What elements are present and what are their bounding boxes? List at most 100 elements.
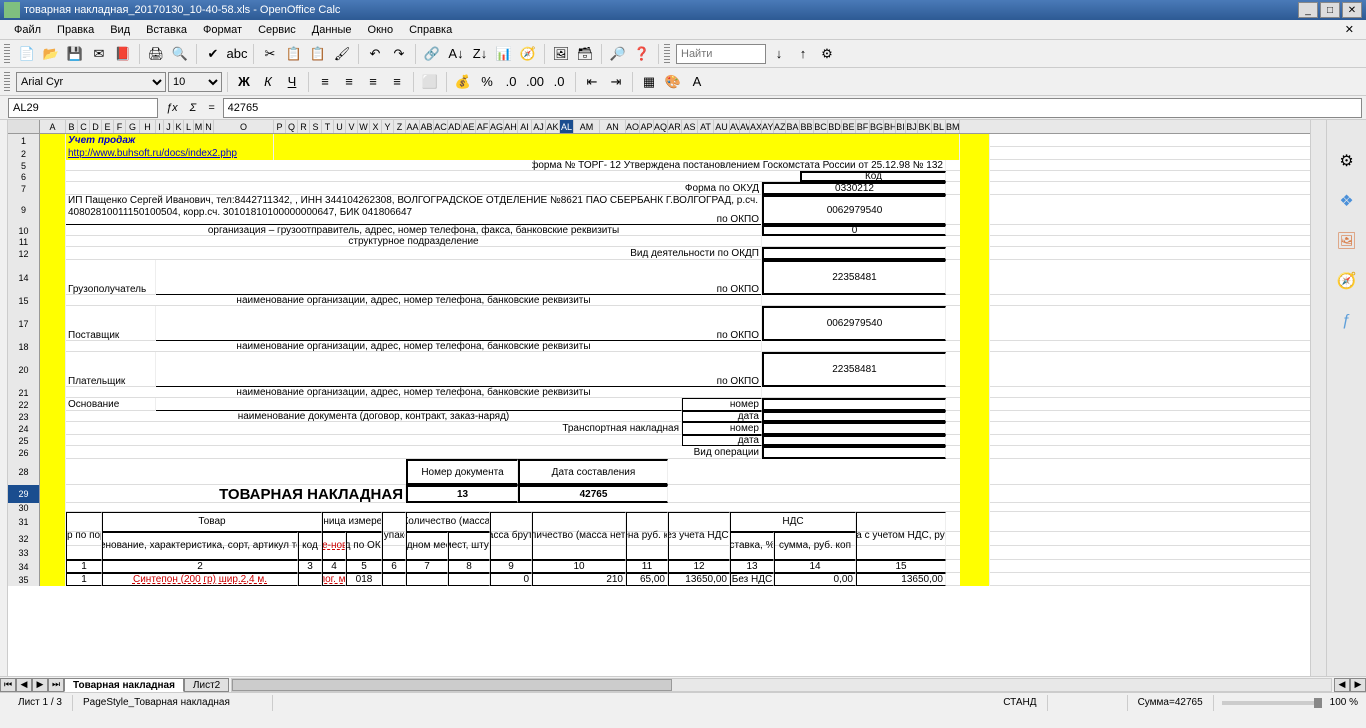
col-header-BG[interactable]: BG	[870, 120, 884, 133]
col-header-E[interactable]: E	[102, 120, 114, 133]
menu-tools[interactable]: Сервис	[250, 22, 304, 38]
cell[interactable]: http://www.buhsoft.ru/docs/index2.php	[66, 147, 274, 160]
vscroll[interactable]	[1310, 120, 1326, 676]
sort-desc-icon[interactable]: Z↓	[469, 43, 491, 65]
cell[interactable]	[40, 341, 66, 352]
cell[interactable]: дата	[682, 435, 762, 446]
col-header-AU[interactable]: AU	[714, 120, 730, 133]
cell[interactable]	[156, 306, 762, 341]
cell[interactable]	[40, 195, 66, 225]
cell[interactable]: 13	[730, 560, 774, 573]
cell[interactable]: 11	[626, 560, 668, 573]
row-header[interactable]: 25	[8, 435, 40, 446]
col-header-K[interactable]: K	[174, 120, 184, 133]
col-header-AP[interactable]: AP	[640, 120, 654, 133]
col-header-G[interactable]: G	[126, 120, 140, 133]
col-header-BF[interactable]: BF	[856, 120, 870, 133]
cell[interactable]: 13650,00	[856, 573, 946, 586]
row-header[interactable]: 32	[8, 532, 40, 546]
cell[interactable]	[40, 573, 66, 586]
col-header-BJ[interactable]: BJ	[906, 120, 918, 133]
row-header[interactable]: 33	[8, 546, 40, 560]
row-header[interactable]: 14	[8, 260, 40, 295]
menu-format[interactable]: Формат	[195, 22, 250, 38]
select-all-corner[interactable]	[8, 120, 40, 133]
col-header-L[interactable]: L	[184, 120, 194, 133]
styles-icon[interactable]: ❖	[1336, 190, 1358, 212]
cell[interactable]	[40, 435, 66, 446]
col-header-AD[interactable]: AD	[448, 120, 462, 133]
cell[interactable]: 7	[406, 560, 448, 573]
col-header-O[interactable]: O	[214, 120, 274, 133]
hscroll-left[interactable]: ◀	[1334, 678, 1350, 692]
row-header[interactable]: 20	[8, 352, 40, 387]
autospell-icon[interactable]: abc	[226, 43, 248, 65]
row-header[interactable]: 5	[8, 160, 40, 171]
tab-last-button[interactable]: ⏭	[48, 678, 64, 692]
col-header-X[interactable]: X	[370, 120, 382, 133]
cell[interactable]	[40, 532, 66, 546]
cell[interactable]	[382, 573, 406, 586]
align-left-icon[interactable]: ≡	[314, 71, 336, 93]
cell[interactable]	[762, 411, 946, 422]
row-header[interactable]: 1	[8, 134, 40, 147]
col-header-N[interactable]: N	[204, 120, 214, 133]
col-header-AT[interactable]: AT	[698, 120, 714, 133]
cell[interactable]: Номер документа	[406, 459, 518, 485]
col-header-H[interactable]: H	[140, 120, 156, 133]
col-header-V[interactable]: V	[346, 120, 358, 133]
col-header-U[interactable]: U	[334, 120, 346, 133]
cell[interactable]	[762, 422, 946, 435]
spellcheck-icon[interactable]: ✔	[202, 43, 224, 65]
col-header-AC[interactable]: AC	[434, 120, 448, 133]
properties-icon[interactable]: ⚙	[1336, 150, 1358, 172]
paste-icon[interactable]: 📋	[307, 43, 329, 65]
menu-data[interactable]: Данные	[304, 22, 360, 38]
col-header-F[interactable]: F	[114, 120, 126, 133]
cell[interactable]: 1	[66, 573, 102, 586]
cell[interactable]: 0062979540	[762, 306, 946, 341]
col-header-D[interactable]: D	[90, 120, 102, 133]
italic-button[interactable]: К	[257, 71, 279, 93]
open-icon[interactable]: 📂	[40, 43, 62, 65]
cell[interactable]	[40, 459, 66, 485]
cell[interactable]: Форма по ОКУД	[682, 182, 762, 195]
print-icon[interactable]: 🖨	[145, 43, 167, 65]
cell[interactable]: 22358481	[762, 352, 946, 387]
percent-icon[interactable]: %	[476, 71, 498, 93]
col-header-AM[interactable]: AM	[574, 120, 600, 133]
cell[interactable]: 65,00	[626, 573, 668, 586]
col-header-Z[interactable]: Z	[394, 120, 406, 133]
cell[interactable]: Унифицированная форма № ТОРГ- 12 Утвержд…	[532, 160, 946, 171]
number-icon[interactable]: .0	[500, 71, 522, 93]
col-header-T[interactable]: T	[322, 120, 334, 133]
search-options-icon[interactable]: ⚙	[816, 43, 838, 65]
cell[interactable]: организация – грузоотправитель, адрес, н…	[66, 225, 762, 236]
cell[interactable]: 13	[406, 485, 518, 503]
cell[interactable]	[40, 295, 66, 306]
cell[interactable]: 3	[298, 560, 322, 573]
cell[interactable]	[40, 247, 66, 260]
cell-ref-input[interactable]	[8, 98, 158, 118]
row-header[interactable]: 18	[8, 341, 40, 352]
cut-icon[interactable]: ✂	[259, 43, 281, 65]
cell[interactable]: 0,00	[774, 573, 856, 586]
hyperlink-icon[interactable]: 🔗	[421, 43, 443, 65]
grid[interactable]: 1Учет продаж2http://www.buhsoft.ru/docs/…	[8, 134, 1310, 586]
cell[interactable]: Транспортная накладная	[504, 422, 682, 435]
row-header[interactable]: 21	[8, 387, 40, 398]
cell[interactable]	[40, 398, 66, 411]
bgcolor-icon[interactable]: 🎨	[662, 71, 684, 93]
col-header-AN[interactable]: AN	[600, 120, 626, 133]
row-header[interactable]: 26	[8, 446, 40, 459]
equals-icon[interactable]: =	[204, 102, 218, 114]
col-header-AV[interactable]: AV	[730, 120, 740, 133]
save-icon[interactable]: 💾	[64, 43, 86, 65]
cell[interactable]: 210	[532, 573, 626, 586]
cell[interactable]	[762, 398, 946, 411]
col-header-A[interactable]: A	[40, 120, 66, 133]
col-header-BI[interactable]: BI	[896, 120, 906, 133]
paintbrush-icon[interactable]: 🖌	[331, 43, 353, 65]
cell[interactable]: 4	[322, 560, 346, 573]
functions-icon[interactable]: ƒ	[1336, 310, 1358, 332]
